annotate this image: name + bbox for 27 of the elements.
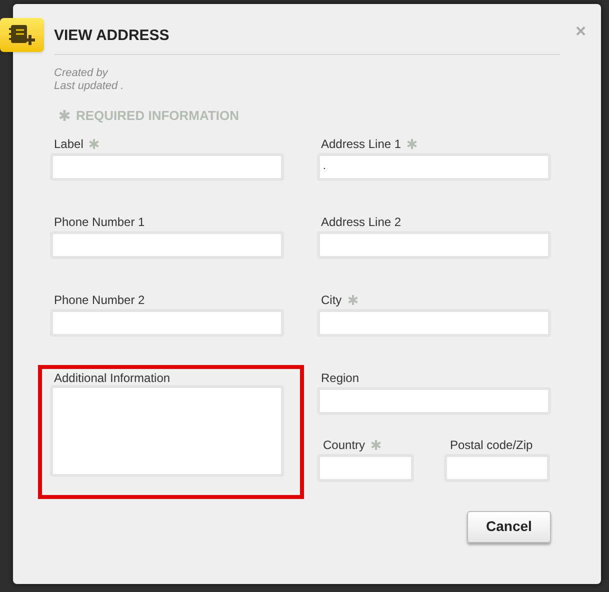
asterisk-icon — [59, 110, 70, 122]
input-field[interactable] — [50, 308, 284, 336]
input-field[interactable] — [50, 152, 284, 180]
cancel-button[interactable]: Cancel — [467, 510, 551, 542]
field-label: Postal code/Zip — [450, 437, 533, 454]
input-field[interactable] — [50, 230, 284, 258]
field-label: Country — [323, 437, 366, 454]
field-label: Region — [321, 370, 360, 387]
dialog-title: VIEW ADDRESS — [54, 26, 170, 46]
field-label: Additional Information — [54, 370, 170, 387]
input-field[interactable] — [317, 454, 414, 482]
input-field[interactable] — [317, 308, 551, 336]
input-field[interactable] — [317, 386, 551, 414]
field-label: Address Line 1 — [321, 136, 402, 153]
field-label: Phone Number 2 — [54, 292, 145, 309]
field-label: City — [321, 292, 342, 309]
input-field[interactable]: . — [317, 152, 551, 180]
meta-text: Created by — [54, 67, 110, 80]
field-label: Address Line 2 — [321, 214, 402, 231]
meta-text: Last updated . — [54, 80, 125, 93]
required-information-heading: REQUIRED INFORMATION — [76, 107, 239, 125]
text-area[interactable] — [50, 384, 284, 476]
input-field[interactable] — [317, 230, 551, 258]
address-book-add-icon — [0, 18, 44, 52]
input-field[interactable] — [444, 454, 550, 482]
field-label: Label — [54, 136, 84, 153]
field-label: Phone Number 1 — [54, 214, 145, 231]
